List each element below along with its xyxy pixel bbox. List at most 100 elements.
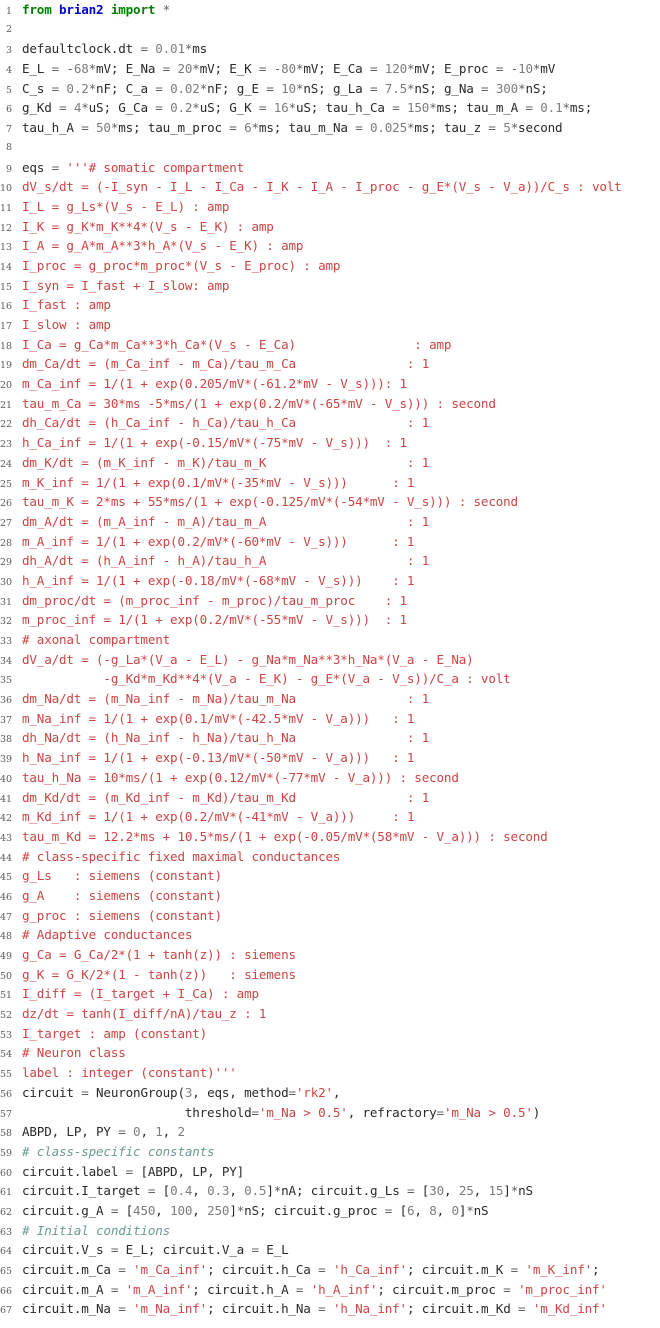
- code-source[interactable]: eqs = '''# somatic compartment: [22, 158, 244, 178]
- code-source[interactable]: I_fast : amp: [22, 295, 111, 315]
- code-line[interactable]: 37 m_Na_inf = 1/(1 + exp(0.1/mV*(-42.5*mV…: [0, 709, 660, 729]
- code-source[interactable]: dh_Na/dt = (h_Na_inf - h_Na)/tau_h_Na : …: [22, 728, 429, 748]
- code-source[interactable]: # Initial conditions: [22, 1221, 170, 1241]
- code-line[interactable]: 16 I_fast : amp: [0, 295, 660, 315]
- code-line[interactable]: 45 g_Ls : siemens (constant): [0, 866, 660, 886]
- code-line[interactable]: 13 I_A = g_A*m_A**3*h_A*(V_s - E_K) : amp: [0, 236, 660, 256]
- code-line[interactable]: 6 g_Kd = 4*uS; G_Ca = 0.2*uS; G_K = 16*uS…: [0, 98, 660, 118]
- code-line[interactable]: 33 # axonal compartment: [0, 630, 660, 650]
- code-line[interactable]: 46 g_A : siemens (constant): [0, 886, 660, 906]
- code-source[interactable]: I_slow : amp: [22, 315, 111, 335]
- code-line[interactable]: 55 label : integer (constant)''': [0, 1063, 660, 1083]
- code-line[interactable]: 36 dm_Na/dt = (m_Na_inf - m_Na)/tau_m_Na …: [0, 689, 660, 709]
- code-source[interactable]: I_diff = (I_target + I_Ca) : amp: [22, 984, 259, 1004]
- code-source[interactable]: dV_s/dt = (-I_syn - I_L - I_Ca - I_K - I…: [22, 177, 622, 197]
- code-source[interactable]: tau_m_Ca = 30*ms -5*ms/(1 + exp(0.2/mV*(…: [22, 394, 496, 414]
- code-source[interactable]: # class-specific constants: [22, 1142, 215, 1162]
- code-source[interactable]: C_s = 0.2*nF; C_a = 0.02*nF; g_E = 10*nS…: [22, 79, 548, 99]
- code-source[interactable]: ABPD, LP, PY = 0, 1, 2: [22, 1122, 185, 1142]
- code-source[interactable]: I_Ca = g_Ca*m_Ca**3*h_Ca*(V_s - E_Ca) : …: [22, 335, 452, 355]
- code-source[interactable]: dz/dt = tanh(I_diff/nA)/tau_z : 1: [22, 1004, 266, 1024]
- code-source[interactable]: g_proc : siemens (constant): [22, 906, 222, 926]
- code-source[interactable]: m_Kd_inf = 1/(1 + exp(0.2/mV*(-41*mV - V…: [22, 807, 414, 827]
- code-source[interactable]: g_Kd = 4*uS; G_Ca = 0.2*uS; G_K = 16*uS;…: [22, 98, 592, 118]
- code-line[interactable]: 21 tau_m_Ca = 30*ms -5*ms/(1 + exp(0.2/mV…: [0, 394, 660, 414]
- code-source[interactable]: dm_A/dt = (m_A_inf - m_A)/tau_m_A : 1: [22, 512, 429, 532]
- code-line[interactable]: 38 dh_Na/dt = (h_Na_inf - h_Na)/tau_h_Na …: [0, 728, 660, 748]
- code-source[interactable]: tau_h_A = 50*ms; tau_m_proc = 6*ms; tau_…: [22, 118, 563, 138]
- code-line[interactable]: 25 m_K_inf = 1/(1 + exp(0.1/mV*(-35*mV - …: [0, 473, 660, 493]
- code-line[interactable]: 48 # Adaptive conductances: [0, 925, 660, 945]
- code-source[interactable]: dm_proc/dt = (m_proc_inf - m_proc)/tau_m…: [22, 591, 407, 611]
- code-line[interactable]: 35 -g_Kd*m_Kd**4*(V_a - E_K) - g_E*(V_a …: [0, 669, 660, 689]
- code-source[interactable]: # class-specific fixed maximal conductan…: [22, 847, 340, 867]
- code-source[interactable]: dm_Na/dt = (m_Na_inf - m_Na)/tau_m_Na : …: [22, 689, 429, 709]
- code-line[interactable]: 8: [0, 138, 660, 158]
- code-line[interactable]: 7 tau_h_A = 50*ms; tau_m_proc = 6*ms; tau…: [0, 118, 660, 138]
- code-source[interactable]: dh_A/dt = (h_A_inf - h_A)/tau_h_A : 1: [22, 551, 429, 571]
- code-line[interactable]: 63 # Initial conditions: [0, 1221, 660, 1241]
- code-line[interactable]: 40 tau_h_Na = 10*ms/(1 + exp(0.12/mV*(-77…: [0, 768, 660, 788]
- code-source[interactable]: circuit = NeuronGroup(3, eqs, method='rk…: [22, 1083, 341, 1103]
- code-source[interactable]: g_K = G_K/2*(1 - tanh(z)) : siemens: [22, 965, 296, 985]
- code-line[interactable]: 56 circuit = NeuronGroup(3, eqs, method='…: [0, 1083, 660, 1103]
- code-source[interactable]: I_L = g_Ls*(V_s - E_L) : amp: [22, 197, 229, 217]
- code-source[interactable]: circuit.I_target = [0.4, 0.3, 0.5]*nA; c…: [22, 1181, 533, 1201]
- code-line[interactable]: 66 circuit.m_A = 'm_A_inf'; circuit.h_A =…: [0, 1280, 660, 1300]
- code-line[interactable]: 12 I_K = g_K*m_K**4*(V_s - E_K) : amp: [0, 217, 660, 237]
- code-line[interactable]: 43 tau_m_Kd = 12.2*ms + 10.5*ms/(1 + exp(…: [0, 827, 660, 847]
- code-source[interactable]: defaultclock.dt = 0.01*ms: [22, 39, 207, 59]
- code-source[interactable]: dm_Kd/dt = (m_Kd_inf - m_Kd)/tau_m_Kd : …: [22, 788, 429, 808]
- code-line[interactable]: 4 E_L = -68*mV; E_Na = 20*mV; E_K = -80*m…: [0, 59, 660, 79]
- code-line[interactable]: 20 m_Ca_inf = 1/(1 + exp(0.205/mV*(-61.2*…: [0, 374, 660, 394]
- code-source[interactable]: dm_Ca/dt = (m_Ca_inf - m_Ca)/tau_m_Ca : …: [22, 354, 429, 374]
- code-source[interactable]: g_A : siemens (constant): [22, 886, 222, 906]
- code-line[interactable]: 17 I_slow : amp: [0, 315, 660, 335]
- code-line[interactable]: 31 dm_proc/dt = (m_proc_inf - m_proc)/tau…: [0, 591, 660, 611]
- code-source[interactable]: circuit.V_s = E_L; circuit.V_a = E_L: [22, 1240, 289, 1260]
- code-line[interactable]: 60 circuit.label = [ABPD, LP, PY]: [0, 1162, 660, 1182]
- code-line[interactable]: 61 circuit.I_target = [0.4, 0.3, 0.5]*nA;…: [0, 1181, 660, 1201]
- code-line[interactable]: 53 I_target : amp (constant): [0, 1024, 660, 1044]
- code-source[interactable]: circuit.m_Na = 'm_Na_inf'; circuit.h_Na …: [22, 1299, 607, 1319]
- code-line[interactable]: 14 I_proc = g_proc*m_proc*(V_s - E_proc) …: [0, 256, 660, 276]
- code-line[interactable]: 62 circuit.g_A = [450, 100, 250]*nS; circ…: [0, 1201, 660, 1221]
- code-line[interactable]: 57 threshold='m_Na > 0.5', refractory='m…: [0, 1103, 660, 1123]
- code-source[interactable]: E_L = -68*mV; E_Na = 20*mV; E_K = -80*mV…: [22, 59, 555, 79]
- code-line[interactable]: 34 dV_a/dt = (-g_La*(V_a - E_L) - g_Na*m_…: [0, 650, 660, 670]
- code-line[interactable]: 51 I_diff = (I_target + I_Ca) : amp: [0, 984, 660, 1004]
- code-source[interactable]: dm_K/dt = (m_K_inf - m_K)/tau_m_K : 1: [22, 453, 429, 473]
- code-source[interactable]: I_target : amp (constant): [22, 1024, 207, 1044]
- code-line[interactable]: 19 dm_Ca/dt = (m_Ca_inf - m_Ca)/tau_m_Ca …: [0, 354, 660, 374]
- code-line[interactable]: 10 dV_s/dt = (-I_syn - I_L - I_Ca - I_K -…: [0, 177, 660, 197]
- code-source[interactable]: g_Ls : siemens (constant): [22, 866, 222, 886]
- code-source[interactable]: m_Na_inf = 1/(1 + exp(0.1/mV*(-42.5*mV -…: [22, 709, 414, 729]
- code-line[interactable]: 9 eqs = '''# somatic compartment: [0, 158, 660, 178]
- code-listing[interactable]: 1 from brian2 import * 2 3 defaultclock.dt =…: [0, 0, 660, 1319]
- code-line[interactable]: 41 dm_Kd/dt = (m_Kd_inf - m_Kd)/tau_m_Kd …: [0, 788, 660, 808]
- code-line[interactable]: 65 circuit.m_Ca = 'm_Ca_inf'; circuit.h_C…: [0, 1260, 660, 1280]
- code-source[interactable]: tau_m_K = 2*ms + 55*ms/(1 + exp(-0.125/m…: [22, 492, 518, 512]
- code-source[interactable]: g_Ca = G_Ca/2*(1 + tanh(z)) : siemens: [22, 945, 296, 965]
- code-line[interactable]: 2: [0, 20, 660, 40]
- code-line[interactable]: 44 # class-specific fixed maximal conduct…: [0, 847, 660, 867]
- code-source[interactable]: h_Na_inf = 1/(1 + exp(-0.13/mV*(-50*mV -…: [22, 748, 414, 768]
- code-line[interactable]: 15 I_syn = I_fast + I_slow: amp: [0, 276, 660, 296]
- code-line[interactable]: 59 # class-specific constants: [0, 1142, 660, 1162]
- code-source[interactable]: dh_Ca/dt = (h_Ca_inf - h_Ca)/tau_h_Ca : …: [22, 413, 429, 433]
- code-line[interactable]: 52 dz/dt = tanh(I_diff/nA)/tau_z : 1: [0, 1004, 660, 1024]
- code-line[interactable]: 54 # Neuron class: [0, 1043, 660, 1063]
- code-source[interactable]: # Adaptive conductances: [22, 925, 192, 945]
- code-line[interactable]: 58 ABPD, LP, PY = 0, 1, 2: [0, 1122, 660, 1142]
- code-source[interactable]: m_proc_inf = 1/(1 + exp(0.2/mV*(-55*mV -…: [22, 610, 407, 630]
- code-line[interactable]: 28 m_A_inf = 1/(1 + exp(0.2/mV*(-60*mV - …: [0, 532, 660, 552]
- code-source[interactable]: m_A_inf = 1/(1 + exp(0.2/mV*(-60*mV - V_…: [22, 532, 414, 552]
- code-line[interactable]: 24 dm_K/dt = (m_K_inf - m_K)/tau_m_K : 1: [0, 453, 660, 473]
- code-line[interactable]: 42 m_Kd_inf = 1/(1 + exp(0.2/mV*(-41*mV -…: [0, 807, 660, 827]
- code-line[interactable]: 39 h_Na_inf = 1/(1 + exp(-0.13/mV*(-50*mV…: [0, 748, 660, 768]
- code-source[interactable]: threshold='m_Na > 0.5', refractory='m_Na…: [22, 1103, 541, 1123]
- code-source[interactable]: circuit.m_A = 'm_A_inf'; circuit.h_A = '…: [22, 1280, 607, 1300]
- code-source[interactable]: I_syn = I_fast + I_slow: amp: [22, 276, 229, 296]
- code-source[interactable]: tau_h_Na = 10*ms/(1 + exp(0.12/mV*(-77*m…: [22, 768, 459, 788]
- code-line[interactable]: 11 I_L = g_Ls*(V_s - E_L) : amp: [0, 197, 660, 217]
